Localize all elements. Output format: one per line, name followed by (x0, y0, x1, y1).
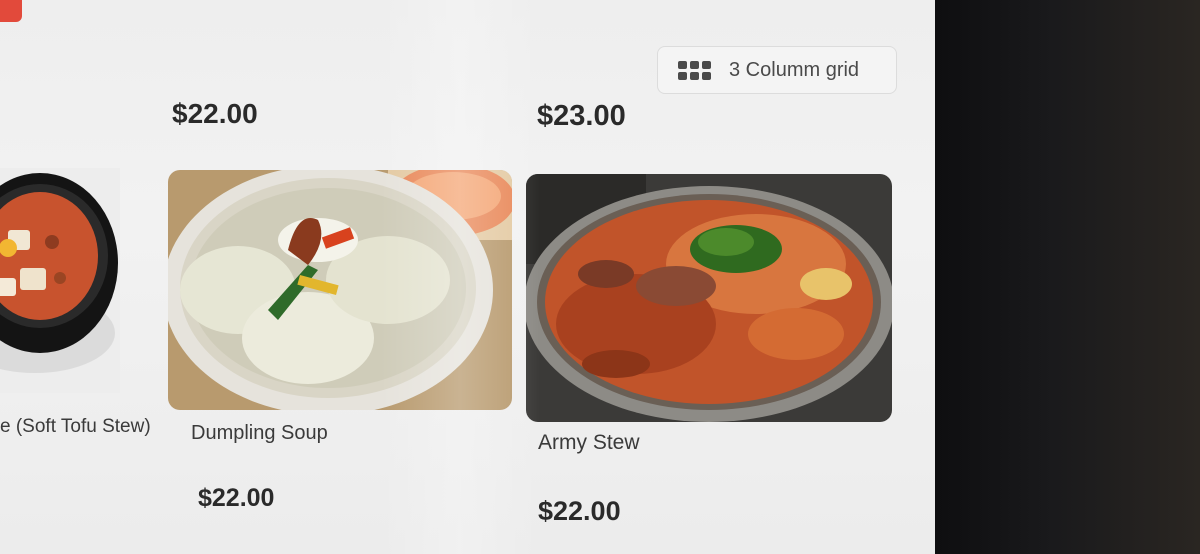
menu-screen: 3 Columm grid $22.00 $23.00 e (Soft Tofu… (0, 0, 940, 554)
army-stew-image[interactable] (526, 174, 892, 422)
header-button-corner[interactable] (0, 0, 22, 22)
grid-layout-toggle[interactable]: 3 Columm grid (657, 46, 897, 94)
menu-item-price: $22.00 (198, 484, 275, 512)
device-bezel (935, 0, 1200, 554)
dumpling-soup-image[interactable] (168, 170, 512, 410)
menu-item-name: Army Stew (538, 431, 640, 454)
menu-item-price: $23.00 (537, 100, 626, 132)
menu-item-price: $22.00 (172, 98, 258, 129)
menu-item-name: e (Soft Tofu Stew) (0, 416, 151, 437)
menu-item-name: Dumpling Soup (191, 422, 328, 444)
menu-item-price: $22.00 (538, 496, 621, 526)
soft-tofu-stew-image[interactable] (0, 168, 120, 393)
grid-icon (678, 60, 711, 80)
grid-layout-label: 3 Columm grid (729, 58, 860, 81)
